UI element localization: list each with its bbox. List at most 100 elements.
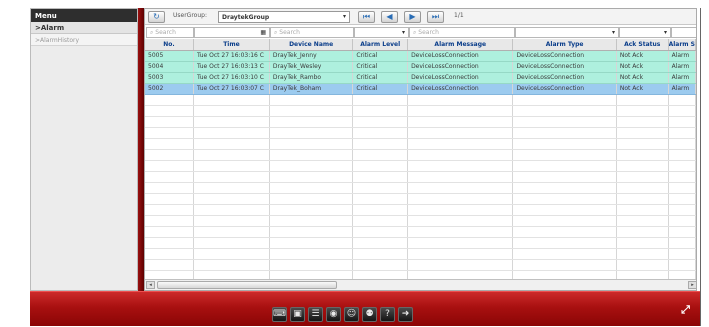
table-row[interactable] — [145, 259, 696, 271]
table-row[interactable]: 5002 Tue Oct 27 16:03:07 C DrayTek_Boham Cr… — [145, 83, 696, 95]
ack-status-select[interactable]: ▾ — [619, 27, 671, 38]
cell-alarm-level — [352, 149, 409, 161]
usergroup-value: DraytekGroup — [222, 14, 270, 21]
taskbar-icons: ⌨ ▣ ☰ ◉ ☺ ⚉ ? ➜ — [272, 307, 413, 323]
cell-no: 5002 — [145, 83, 194, 95]
table-row[interactable] — [145, 226, 696, 238]
last-page-button[interactable]: ⏭ — [427, 11, 444, 23]
monitor-icon[interactable]: ▣ — [290, 307, 305, 322]
first-page-button[interactable]: ⏮ — [358, 11, 375, 23]
group-icon[interactable]: ⚉ — [362, 307, 377, 322]
column-header-alarm-message[interactable]: Alarm Message — [407, 39, 514, 51]
column-header-alarm-type[interactable]: Alarm Type — [512, 39, 617, 51]
column-header-time[interactable]: Time — [193, 39, 270, 51]
next-page-button[interactable]: ▶ — [404, 11, 421, 23]
user-icon[interactable]: ☺ — [344, 307, 359, 322]
table-row[interactable]: 5005 Tue Oct 27 16:03:16 C DrayTek_Jenny Cr… — [145, 50, 696, 62]
alarm-level-select[interactable]: ▾ — [354, 27, 409, 38]
filter-row: ⌕ Search ▦ ⌕ Search ▾ ⌕ Search ▾ ▾ — [145, 26, 696, 38]
cell-alarm-message: DeviceLossConnection — [407, 83, 514, 95]
table-row[interactable] — [145, 149, 696, 161]
fullscreen-icon[interactable]: ⤢ — [678, 304, 693, 317]
table-row[interactable] — [145, 127, 696, 139]
column-header-device-name[interactable]: Device Name — [269, 39, 354, 51]
cell-device-name: DrayTek_Wesley — [269, 61, 354, 73]
logout-icon[interactable]: ➜ — [398, 307, 413, 322]
table-row[interactable] — [145, 105, 696, 117]
cell-alarm-level — [352, 94, 409, 106]
date-picker-time[interactable]: ▦ — [194, 27, 270, 38]
keyboard-icon[interactable]: ⌨ — [272, 307, 287, 322]
menu-title: Menu — [31, 9, 137, 22]
table-row[interactable] — [145, 182, 696, 194]
table-row[interactable]: 5003 Tue Oct 27 16:03:10 C DrayTek_Rambo Cr… — [145, 72, 696, 84]
table-header-row: No. Time Device Name Alarm Level Alarm M… — [145, 39, 696, 51]
last-page-icon: ⏭ — [431, 12, 440, 21]
sidebar-item-alarm[interactable]: >Alarm — [31, 22, 137, 34]
page-right-border — [700, 8, 701, 326]
list-icon[interactable]: ☰ — [308, 307, 323, 322]
cell-device-name — [269, 138, 354, 150]
horizontal-scrollbar[interactable]: ◂ ▸ — [145, 279, 696, 290]
sidebar-item-alarm-history[interactable]: >AlarmHistory — [31, 34, 137, 46]
chevron-down-icon: ▾ — [611, 29, 615, 36]
cell-alarm-message — [407, 127, 514, 139]
chevron-down-icon: ▾ — [663, 29, 667, 36]
table-row[interactable] — [145, 116, 696, 128]
cell-alarm-level — [352, 116, 409, 128]
cell-alarm-level — [352, 171, 409, 183]
cell-alarm-level — [352, 204, 409, 216]
column-header-ack-status[interactable]: Ack Status — [616, 39, 669, 51]
help-icon[interactable]: ? — [380, 307, 395, 322]
camera-icon[interactable]: ◉ — [326, 307, 341, 322]
alarm-status-filter[interactable] — [671, 27, 696, 38]
column-header-alarm-level[interactable]: Alarm Level — [352, 39, 409, 51]
cell-ack-status — [616, 149, 669, 161]
cell-alarm-message: DeviceLossConnection — [407, 50, 514, 62]
cell-alarm-status — [668, 105, 696, 117]
table-row[interactable] — [145, 171, 696, 183]
usergroup-select[interactable]: DraytekGroup ▾ — [218, 11, 350, 23]
cell-alarm-type — [512, 237, 617, 249]
scroll-left-arrow-icon[interactable]: ◂ — [146, 281, 155, 289]
cell-time — [193, 193, 270, 205]
cell-ack-status — [616, 105, 669, 117]
cell-alarm-level — [352, 160, 409, 172]
previous-page-button[interactable]: ◀ — [381, 11, 398, 23]
cell-time — [193, 127, 270, 139]
column-header-no[interactable]: No. — [145, 39, 194, 51]
table-row[interactable] — [145, 248, 696, 260]
column-header-alarm-status[interactable]: Alarm S — [668, 39, 696, 51]
cell-device-name: DrayTek_Jenny — [269, 50, 354, 62]
cell-ack-status — [616, 215, 669, 227]
table-row[interactable]: 5004 Tue Oct 27 16:03:13 C DrayTek_Wesley C… — [145, 61, 696, 73]
search-input-device-name[interactable]: ⌕ Search — [270, 27, 354, 38]
scroll-right-arrow-icon[interactable]: ▸ — [688, 281, 696, 289]
cell-no — [145, 94, 194, 106]
scrollbar-thumb[interactable] — [157, 281, 337, 289]
cell-ack-status — [616, 226, 669, 238]
table-row[interactable] — [145, 138, 696, 150]
cell-ack-status: Not Ack — [616, 83, 669, 95]
table-row[interactable] — [145, 160, 696, 172]
toolbar: ↻ UserGroup: DraytekGroup ▾ ⏮ ◀ ▶ ⏭ 1/1 — [145, 9, 696, 25]
cell-ack-status — [616, 127, 669, 139]
table-row[interactable] — [145, 237, 696, 249]
cell-device-name — [269, 127, 354, 139]
refresh-button[interactable]: ↻ — [148, 11, 165, 23]
table-row[interactable] — [145, 193, 696, 205]
search-input-alarm-message[interactable]: ⌕ Search — [409, 27, 515, 38]
table-row[interactable] — [145, 94, 696, 106]
cell-alarm-level — [352, 105, 409, 117]
cell-time — [193, 105, 270, 117]
cell-device-name: DrayTek_Rambo — [269, 72, 354, 84]
cell-no — [145, 259, 194, 271]
table-row[interactable] — [145, 204, 696, 216]
alarm-type-select[interactable]: ▾ — [515, 27, 619, 38]
search-input-no[interactable]: ⌕ Search — [146, 27, 194, 38]
table-row[interactable] — [145, 215, 696, 227]
cell-time — [193, 182, 270, 194]
cell-ack-status — [616, 94, 669, 106]
cell-alarm-status — [668, 127, 696, 139]
cell-time — [193, 94, 270, 106]
